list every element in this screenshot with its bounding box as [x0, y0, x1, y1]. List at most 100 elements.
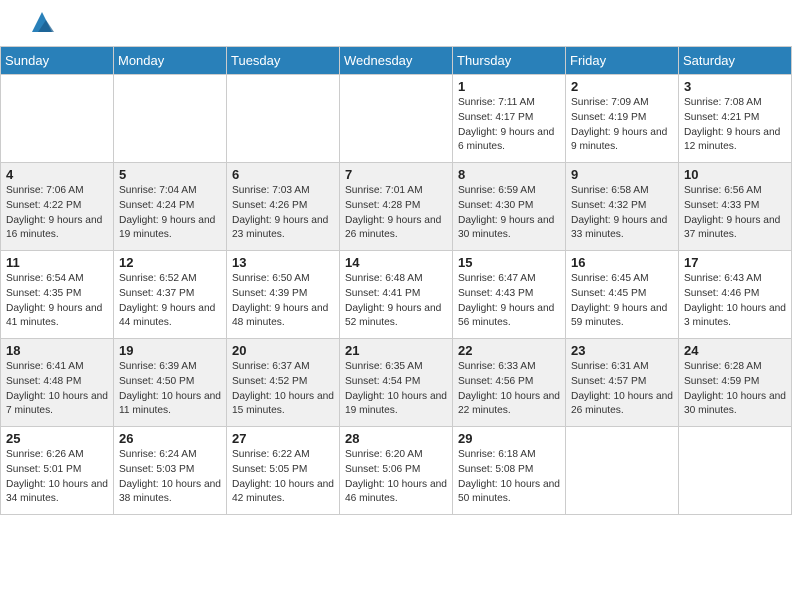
day-number: 18 — [6, 343, 108, 358]
calendar-cell: 1 Sunrise: 7:11 AM Sunset: 4:17 PM Daylig… — [453, 75, 566, 163]
calendar-cell: 16 Sunrise: 6:45 AM Sunset: 4:45 PM Dayli… — [566, 251, 679, 339]
calendar-cell: 29 Sunrise: 6:18 AM Sunset: 5:08 PM Dayli… — [453, 427, 566, 515]
day-number: 7 — [345, 167, 447, 182]
day-number: 10 — [684, 167, 786, 182]
day-info: Sunrise: 6:39 AM Sunset: 4:50 PM Dayligh… — [119, 360, 221, 419]
calendar-cell: 11 Sunrise: 6:54 AM Sunset: 4:35 PM Dayli… — [1, 251, 114, 339]
day-number: 29 — [458, 431, 560, 446]
day-info: Sunrise: 6:47 AM Sunset: 4:43 PM Dayligh… — [458, 272, 560, 331]
logo — [24, 18, 56, 36]
calendar-week-row: 1 Sunrise: 7:11 AM Sunset: 4:17 PM Daylig… — [1, 75, 792, 163]
calendar-header-sunday: Sunday — [1, 47, 114, 75]
day-number: 6 — [232, 167, 334, 182]
calendar-cell: 7 Sunrise: 7:01 AM Sunset: 4:28 PM Daylig… — [340, 163, 453, 251]
day-info: Sunrise: 6:48 AM Sunset: 4:41 PM Dayligh… — [345, 272, 447, 331]
day-number: 14 — [345, 255, 447, 270]
day-info: Sunrise: 6:20 AM Sunset: 5:06 PM Dayligh… — [345, 448, 447, 507]
calendar-cell: 8Sunrise: 6:59 AM Sunset: 4:30 PM Daylig… — [453, 163, 566, 251]
calendar-cell: 2 Sunrise: 7:09 AM Sunset: 4:19 PM Daylig… — [566, 75, 679, 163]
calendar-cell: 28 Sunrise: 6:20 AM Sunset: 5:06 PM Dayli… — [340, 427, 453, 515]
day-number: 20 — [232, 343, 334, 358]
day-number: 24 — [684, 343, 786, 358]
day-info: Sunrise: 7:08 AM Sunset: 4:21 PM Dayligh… — [684, 96, 786, 155]
day-number: 22 — [458, 343, 560, 358]
calendar-cell: 15 Sunrise: 6:47 AM Sunset: 4:43 PM Dayli… — [453, 251, 566, 339]
day-info: Sunrise: 6:58 AM Sunset: 4:32 PM Dayligh… — [571, 184, 673, 243]
calendar-header-thursday: Thursday — [453, 47, 566, 75]
calendar-cell: 21 Sunrise: 6:35 AM Sunset: 4:54 PM Dayli… — [340, 339, 453, 427]
day-number: 12 — [119, 255, 221, 270]
calendar-cell — [679, 427, 792, 515]
calendar-cell: 22 Sunrise: 6:33 AM Sunset: 4:56 PM Dayli… — [453, 339, 566, 427]
calendar-week-row: 4 Sunrise: 7:06 AM Sunset: 4:22 PM Daylig… — [1, 163, 792, 251]
day-number: 4 — [6, 167, 108, 182]
calendar-header-saturday: Saturday — [679, 47, 792, 75]
day-info: Sunrise: 7:11 AM Sunset: 4:17 PM Dayligh… — [458, 96, 560, 155]
calendar-header-tuesday: Tuesday — [227, 47, 340, 75]
day-number: 13 — [232, 255, 334, 270]
calendar-header-row: SundayMondayTuesdayWednesdayThursdayFrid… — [1, 47, 792, 75]
calendar-cell: 24 Sunrise: 6:28 AM Sunset: 4:59 PM Dayli… — [679, 339, 792, 427]
calendar-header-friday: Friday — [566, 47, 679, 75]
day-number: 9 — [571, 167, 673, 182]
calendar-cell — [566, 427, 679, 515]
calendar-week-row: 11 Sunrise: 6:54 AM Sunset: 4:35 PM Dayli… — [1, 251, 792, 339]
day-info: Sunrise: 6:43 AM Sunset: 4:46 PM Dayligh… — [684, 272, 786, 331]
calendar-cell: 25Sunrise: 6:26 AM Sunset: 5:01 PM Dayli… — [1, 427, 114, 515]
day-info: Sunrise: 7:06 AM Sunset: 4:22 PM Dayligh… — [6, 184, 108, 243]
calendar-cell: 23Sunrise: 6:31 AM Sunset: 4:57 PM Dayli… — [566, 339, 679, 427]
calendar-cell: 6 Sunrise: 7:03 AM Sunset: 4:26 PM Daylig… — [227, 163, 340, 251]
day-info: Sunrise: 6:35 AM Sunset: 4:54 PM Dayligh… — [345, 360, 447, 419]
calendar-cell — [114, 75, 227, 163]
day-info: Sunrise: 6:28 AM Sunset: 4:59 PM Dayligh… — [684, 360, 786, 419]
calendar-cell: 4 Sunrise: 7:06 AM Sunset: 4:22 PM Daylig… — [1, 163, 114, 251]
day-info: Sunrise: 6:45 AM Sunset: 4:45 PM Dayligh… — [571, 272, 673, 331]
calendar-cell — [1, 75, 114, 163]
calendar-cell: 14 Sunrise: 6:48 AM Sunset: 4:41 PM Dayli… — [340, 251, 453, 339]
day-info: Sunrise: 7:09 AM Sunset: 4:19 PM Dayligh… — [571, 96, 673, 155]
day-info: Sunrise: 6:56 AM Sunset: 4:33 PM Dayligh… — [684, 184, 786, 243]
day-info: Sunrise: 6:52 AM Sunset: 4:37 PM Dayligh… — [119, 272, 221, 331]
calendar-week-row: 25Sunrise: 6:26 AM Sunset: 5:01 PM Dayli… — [1, 427, 792, 515]
calendar-cell: 17 Sunrise: 6:43 AM Sunset: 4:46 PM Dayli… — [679, 251, 792, 339]
calendar-week-row: 18 Sunrise: 6:41 AM Sunset: 4:48 PM Dayli… — [1, 339, 792, 427]
day-number: 25 — [6, 431, 108, 446]
logo-icon — [28, 8, 56, 36]
day-number: 11 — [6, 255, 108, 270]
calendar-table: SundayMondayTuesdayWednesdayThursdayFrid… — [0, 46, 792, 515]
day-number: 16 — [571, 255, 673, 270]
day-info: Sunrise: 6:18 AM Sunset: 5:08 PM Dayligh… — [458, 448, 560, 507]
calendar-cell: 5Sunrise: 7:04 AM Sunset: 4:24 PM Daylig… — [114, 163, 227, 251]
calendar-cell: 19 Sunrise: 6:39 AM Sunset: 4:50 PM Dayli… — [114, 339, 227, 427]
calendar-cell: 12 Sunrise: 6:52 AM Sunset: 4:37 PM Dayli… — [114, 251, 227, 339]
calendar-cell: 9 Sunrise: 6:58 AM Sunset: 4:32 PM Daylig… — [566, 163, 679, 251]
day-info: Sunrise: 6:41 AM Sunset: 4:48 PM Dayligh… — [6, 360, 108, 419]
calendar-cell: 13 Sunrise: 6:50 AM Sunset: 4:39 PM Dayli… — [227, 251, 340, 339]
day-number: 2 — [571, 79, 673, 94]
calendar-cell: 10 Sunrise: 6:56 AM Sunset: 4:33 PM Dayli… — [679, 163, 792, 251]
day-info: Sunrise: 6:50 AM Sunset: 4:39 PM Dayligh… — [232, 272, 334, 331]
day-number: 1 — [458, 79, 560, 94]
day-number: 28 — [345, 431, 447, 446]
day-number: 15 — [458, 255, 560, 270]
day-info: Sunrise: 6:22 AM Sunset: 5:05 PM Dayligh… — [232, 448, 334, 507]
day-info: Sunrise: 7:01 AM Sunset: 4:28 PM Dayligh… — [345, 184, 447, 243]
calendar-cell — [340, 75, 453, 163]
calendar-cell: 20 Sunrise: 6:37 AM Sunset: 4:52 PM Dayli… — [227, 339, 340, 427]
calendar-cell: 18 Sunrise: 6:41 AM Sunset: 4:48 PM Dayli… — [1, 339, 114, 427]
day-number: 3 — [684, 79, 786, 94]
day-number: 21 — [345, 343, 447, 358]
day-info: Sunrise: 7:03 AM Sunset: 4:26 PM Dayligh… — [232, 184, 334, 243]
calendar-cell — [227, 75, 340, 163]
calendar-cell: 27Sunrise: 6:22 AM Sunset: 5:05 PM Dayli… — [227, 427, 340, 515]
day-number: 19 — [119, 343, 221, 358]
page-header — [0, 0, 792, 46]
day-info: Sunrise: 6:24 AM Sunset: 5:03 PM Dayligh… — [119, 448, 221, 507]
day-info: Sunrise: 6:59 AM Sunset: 4:30 PM Dayligh… — [458, 184, 560, 243]
day-info: Sunrise: 6:33 AM Sunset: 4:56 PM Dayligh… — [458, 360, 560, 419]
day-info: Sunrise: 6:54 AM Sunset: 4:35 PM Dayligh… — [6, 272, 108, 331]
calendar-cell: 3 Sunrise: 7:08 AM Sunset: 4:21 PM Daylig… — [679, 75, 792, 163]
day-number: 17 — [684, 255, 786, 270]
day-info: Sunrise: 6:37 AM Sunset: 4:52 PM Dayligh… — [232, 360, 334, 419]
day-number: 23 — [571, 343, 673, 358]
